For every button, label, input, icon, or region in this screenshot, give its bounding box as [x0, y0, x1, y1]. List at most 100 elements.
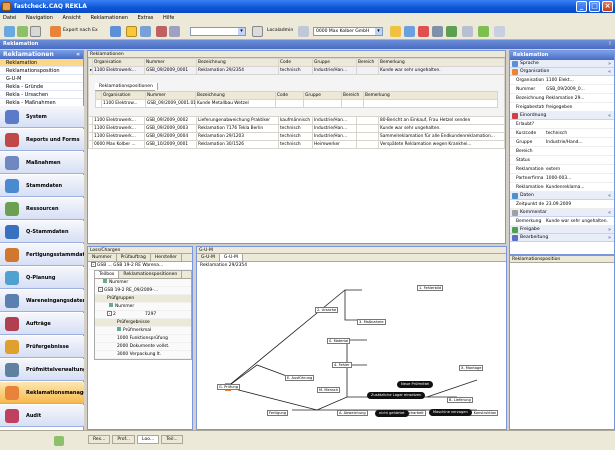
mail-icon[interactable] [462, 26, 473, 37]
document-icon[interactable] [30, 26, 41, 37]
chart-icon[interactable] [446, 26, 457, 37]
sidebar-module-12[interactable]: Reklamationsmanagement [0, 382, 84, 404]
expand-box-icon[interactable]: - [91, 262, 96, 267]
column-header[interactable]: Code [278, 58, 313, 67]
gum-node[interactable]: Fertigung [267, 410, 289, 416]
status-tab[interactable]: Res... [88, 435, 111, 444]
section-freigabe[interactable]: Freigabe» [510, 226, 614, 234]
collapse-icon[interactable]: « [608, 112, 611, 120]
save-icon[interactable] [404, 26, 415, 37]
help-icon[interactable] [494, 26, 505, 37]
property-row[interactable]: Erlaubt? [510, 120, 614, 129]
column-header[interactable]: Bereich [341, 91, 364, 100]
minimize-button[interactable]: _ [576, 1, 587, 12]
section-einordnung[interactable]: Einordnung « [510, 112, 614, 120]
property-value[interactable]: 1100 Elekt... [544, 76, 614, 84]
property-value[interactable]: Reklamation 29... [544, 94, 614, 102]
property-row[interactable]: Reklamationsartextern [510, 165, 614, 174]
tree-item[interactable]: Prüfgruppen [95, 295, 191, 303]
property-value[interactable]: Kunde war sehr ungehalten. [544, 217, 614, 225]
status-tab[interactable]: Loo... [137, 435, 160, 444]
property-value[interactable] [544, 120, 614, 128]
gum-node[interactable]: 3. Maßnahme [357, 319, 386, 325]
tree-item[interactable]: -2 7297 [95, 311, 191, 319]
menu-datei[interactable]: Datei [3, 15, 16, 21]
property-row[interactable]: Bemerkung Kunde war sehr ungehalten. [510, 217, 614, 226]
status-tab[interactable]: Prof... [112, 435, 136, 444]
settings-icon[interactable] [110, 26, 121, 37]
sidebar-module-4[interactable]: Ressourcen [0, 198, 84, 220]
gum-node[interactable]: 2. Ursache [315, 307, 339, 313]
section-organisation[interactable]: Organisation « [510, 68, 614, 76]
gum-node[interactable]: 4. Fehler [332, 362, 352, 368]
nav-options-icon[interactable] [54, 436, 64, 446]
property-value[interactable]: freigegeben [544, 103, 614, 111]
gum-oval[interactable]: nicht gehärtet [375, 410, 409, 417]
collapse-icon[interactable]: « [608, 68, 611, 76]
property-value[interactable]: technisch [544, 129, 614, 137]
sidebar-module-13[interactable]: Audit [0, 405, 84, 427]
property-value[interactable]: 23.09.2009 [544, 200, 614, 208]
tree-item[interactable]: - GSB 19-2 RE_09/2009-... [95, 287, 191, 295]
property-value[interactable]: Kundenreklama... [544, 183, 614, 191]
table-row[interactable]: 1100 Elektrowerk... GSB_09/2009_0003 Rekla… [88, 124, 505, 133]
collapse-icon[interactable]: « [608, 209, 611, 217]
property-row[interactable]: Organisation 1100 Elekt... [510, 76, 614, 85]
tree-item[interactable]: 2000 Dokumente vollst. [95, 343, 191, 351]
sidebar-module-3[interactable]: Stammdaten [0, 175, 84, 197]
gum-node[interactable]: 1. Fehlerbild [417, 285, 444, 291]
menu-hilfe[interactable]: Hilfe [163, 15, 174, 21]
expand-box-icon[interactable]: - [107, 311, 112, 316]
column-header[interactable]: Nummer [145, 91, 196, 100]
property-value[interactable] [544, 147, 614, 155]
supplier-combo[interactable]: 0000 Max Kolber GmbH ▾ [313, 27, 383, 36]
print-icon[interactable] [432, 26, 443, 37]
property-row[interactable]: Zeitpunkt der 23.09.2009 [510, 200, 614, 209]
layout-icon[interactable] [140, 26, 151, 37]
export-button-label[interactable]: Export nach Ex [63, 28, 98, 33]
sidebar-module-6[interactable]: Fertigungsstammdaten [0, 244, 84, 266]
column-header[interactable]: Organisation [101, 91, 146, 100]
gum-node[interactable]: A. Abweichung [337, 410, 368, 416]
column-header[interactable]: Bemerkung [363, 91, 498, 100]
expand-box-icon[interactable]: - [98, 287, 103, 292]
loss-row[interactable]: - GSB ... GSB 19-2 RE Warena... [88, 262, 192, 270]
refresh-icon[interactable] [17, 26, 28, 37]
view-combo[interactable]: ▾ [190, 27, 246, 36]
sidebar-module-5[interactable]: Q-Stammdaten [0, 221, 84, 243]
column-header[interactable]: Bereich [356, 58, 379, 67]
tab-gum-2[interactable]: G-U-M [219, 254, 243, 261]
sidebar-item-reklamationsposition[interactable]: Reklamationsposition [0, 67, 83, 75]
gum-node[interactable]: X. Montage [459, 365, 484, 371]
table-row[interactable]: 1100 Elektrowerk... GSB_09/2009_0004 Rekla… [88, 132, 505, 141]
user-icon[interactable] [252, 26, 263, 37]
property-row[interactable]: Bezeichnung Reklamation 29... [510, 94, 614, 103]
gum-node[interactable]: B. Lieferung [447, 397, 473, 403]
gum-node[interactable]: E. Ausführung [285, 375, 315, 381]
column-header[interactable]: Bezeichnung [195, 91, 276, 100]
tab-reklamationspositionen[interactable]: Reklamationspositionen [119, 271, 183, 278]
sidebar-item-ursachen[interactable]: Rekla - Ursachen [0, 91, 83, 99]
gum-oval[interactable]: Maschine verzogen [429, 409, 472, 416]
link-icon[interactable] [169, 26, 180, 37]
column-header[interactable]: Gruppe [303, 91, 342, 100]
sidebar-item-gum[interactable]: G-U-M [0, 75, 83, 83]
menu-navigation[interactable]: Navigation [26, 15, 53, 21]
column-header[interactable]: Nummer [144, 58, 197, 67]
table-row[interactable]: 1100 Elektrowerk... GSB_09/2009_0002 Liefe… [88, 116, 505, 125]
section-kommentar[interactable]: Kommentar « [510, 209, 614, 217]
section-daten[interactable]: Daten « [510, 192, 614, 200]
property-value[interactable]: GSB_09/2009_0... [544, 85, 614, 93]
property-row[interactable]: Gruppe Industrie/Hand... [510, 138, 614, 147]
column-header[interactable]: Bemerkung [378, 58, 505, 67]
folder-icon[interactable] [390, 26, 401, 37]
property-value[interactable]: 1000-003... [544, 174, 614, 182]
collapse-icon[interactable]: « [76, 50, 80, 59]
col-hersteller[interactable]: Hersteller [151, 254, 182, 261]
property-row[interactable]: Nummer GSB_09/2009_0... [510, 85, 614, 94]
sidebar-item-gruende[interactable]: Rekla - Gründe [0, 83, 83, 91]
sidebar-module-8[interactable]: Wareneingangsdatenbank [0, 290, 84, 312]
tree-item[interactable]: 1000 Funktionsprüfung [95, 335, 191, 343]
sidebar-module-10[interactable]: Prüfergebnisse [0, 336, 84, 358]
back-icon[interactable] [4, 26, 15, 37]
